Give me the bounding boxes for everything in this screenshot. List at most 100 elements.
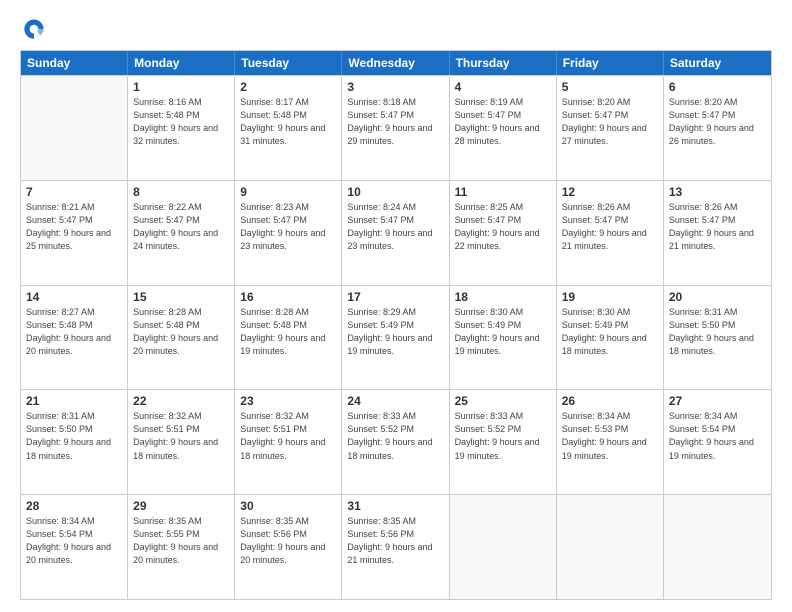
day-info: Sunrise: 8:26 AM Sunset: 5:47 PM Dayligh… [669, 201, 766, 253]
week-row-4: 21Sunrise: 8:31 AM Sunset: 5:50 PM Dayli… [21, 389, 771, 494]
day-info: Sunrise: 8:31 AM Sunset: 5:50 PM Dayligh… [669, 306, 766, 358]
day-number: 25 [455, 394, 551, 408]
day-info: Sunrise: 8:31 AM Sunset: 5:50 PM Dayligh… [26, 410, 122, 462]
day-cell-21: 21Sunrise: 8:31 AM Sunset: 5:50 PM Dayli… [21, 390, 128, 494]
day-cell-6: 6 Sunrise: 8:20 AM Sunset: 5:47 PM Daylig… [664, 76, 771, 180]
day-info: Sunrise: 8:35 AM Sunset: 5:56 PM Dayligh… [240, 515, 336, 567]
day-number: 16 [240, 290, 336, 304]
day-cell-27: 27Sunrise: 8:34 AM Sunset: 5:54 PM Dayli… [664, 390, 771, 494]
day-cell-31: 31Sunrise: 8:35 AM Sunset: 5:56 PM Dayli… [342, 495, 449, 599]
header-day-tuesday: Tuesday [235, 51, 342, 75]
day-info: Sunrise: 8:30 AM Sunset: 5:49 PM Dayligh… [562, 306, 658, 358]
day-number: 2 [240, 80, 336, 94]
week-row-1: 1 Sunrise: 8:16 AM Sunset: 5:48 PM Daylig… [21, 75, 771, 180]
calendar: SundayMondayTuesdayWednesdayThursdayFrid… [20, 50, 772, 600]
day-info: Sunrise: 8:21 AM Sunset: 5:47 PM Dayligh… [26, 201, 122, 253]
header-day-monday: Monday [128, 51, 235, 75]
day-number: 18 [455, 290, 551, 304]
day-number: 24 [347, 394, 443, 408]
day-number: 30 [240, 499, 336, 513]
day-info: Sunrise: 8:28 AM Sunset: 5:48 PM Dayligh… [240, 306, 336, 358]
day-info: Sunrise: 8:29 AM Sunset: 5:49 PM Dayligh… [347, 306, 443, 358]
day-info: Sunrise: 8:34 AM Sunset: 5:54 PM Dayligh… [26, 515, 122, 567]
day-cell-18: 18 Sunrise: 8:30 AM Sunset: 5:49 PM Dayli… [450, 286, 557, 390]
header-day-thursday: Thursday [450, 51, 557, 75]
day-info: Sunrise: 8:27 AM Sunset: 5:48 PM Dayligh… [26, 306, 122, 358]
week-row-3: 14 Sunrise: 8:27 AM Sunset: 5:48 PM Dayli… [21, 285, 771, 390]
day-number: 7 [26, 185, 122, 199]
day-cell-30: 30 Sunrise: 8:35 AM Sunset: 5:56 PM Dayli… [235, 495, 342, 599]
week-row-5: 28Sunrise: 8:34 AM Sunset: 5:54 PM Dayli… [21, 494, 771, 599]
day-cell-9: 9 Sunrise: 8:23 AM Sunset: 5:47 PM Daylig… [235, 181, 342, 285]
day-cell-10: 10 Sunrise: 8:24 AM Sunset: 5:47 PM Dayli… [342, 181, 449, 285]
day-info: Sunrise: 8:34 AM Sunset: 5:54 PM Dayligh… [669, 410, 766, 462]
day-number: 3 [347, 80, 443, 94]
calendar-header: SundayMondayTuesdayWednesdayThursdayFrid… [21, 51, 771, 75]
day-cell-12: 12 Sunrise: 8:26 AM Sunset: 5:47 PM Dayli… [557, 181, 664, 285]
day-info: Sunrise: 8:34 AM Sunset: 5:53 PM Dayligh… [562, 410, 658, 462]
day-cell-15: 15 Sunrise: 8:28 AM Sunset: 5:48 PM Dayli… [128, 286, 235, 390]
day-info: Sunrise: 8:35 AM Sunset: 5:55 PM Dayligh… [133, 515, 229, 567]
logo-icon [20, 16, 48, 44]
day-info: Sunrise: 8:20 AM Sunset: 5:47 PM Dayligh… [669, 96, 766, 148]
logo [20, 16, 52, 44]
day-number: 26 [562, 394, 658, 408]
day-info: Sunrise: 8:26 AM Sunset: 5:47 PM Dayligh… [562, 201, 658, 253]
header [20, 16, 772, 44]
day-number: 5 [562, 80, 658, 94]
empty-cell [664, 495, 771, 599]
day-cell-4: 4Sunrise: 8:19 AM Sunset: 5:47 PM Daylig… [450, 76, 557, 180]
day-cell-13: 13Sunrise: 8:26 AM Sunset: 5:47 PM Dayli… [664, 181, 771, 285]
day-info: Sunrise: 8:32 AM Sunset: 5:51 PM Dayligh… [240, 410, 336, 462]
day-cell-16: 16 Sunrise: 8:28 AM Sunset: 5:48 PM Dayli… [235, 286, 342, 390]
day-number: 15 [133, 290, 229, 304]
day-info: Sunrise: 8:18 AM Sunset: 5:47 PM Dayligh… [347, 96, 443, 148]
day-number: 20 [669, 290, 766, 304]
day-number: 10 [347, 185, 443, 199]
day-info: Sunrise: 8:28 AM Sunset: 5:48 PM Dayligh… [133, 306, 229, 358]
day-cell-29: 29 Sunrise: 8:35 AM Sunset: 5:55 PM Dayli… [128, 495, 235, 599]
header-day-saturday: Saturday [664, 51, 771, 75]
day-info: Sunrise: 8:30 AM Sunset: 5:49 PM Dayligh… [455, 306, 551, 358]
empty-cell [21, 76, 128, 180]
day-cell-19: 19 Sunrise: 8:30 AM Sunset: 5:49 PM Dayli… [557, 286, 664, 390]
page: SundayMondayTuesdayWednesdayThursdayFrid… [0, 0, 792, 612]
empty-cell [450, 495, 557, 599]
day-number: 19 [562, 290, 658, 304]
day-info: Sunrise: 8:16 AM Sunset: 5:48 PM Dayligh… [133, 96, 229, 148]
day-number: 9 [240, 185, 336, 199]
header-day-friday: Friday [557, 51, 664, 75]
day-cell-14: 14 Sunrise: 8:27 AM Sunset: 5:48 PM Dayli… [21, 286, 128, 390]
day-number: 29 [133, 499, 229, 513]
day-number: 14 [26, 290, 122, 304]
day-cell-28: 28Sunrise: 8:34 AM Sunset: 5:54 PM Dayli… [21, 495, 128, 599]
day-cell-1: 1 Sunrise: 8:16 AM Sunset: 5:48 PM Daylig… [128, 76, 235, 180]
header-day-sunday: Sunday [21, 51, 128, 75]
day-info: Sunrise: 8:33 AM Sunset: 5:52 PM Dayligh… [455, 410, 551, 462]
day-info: Sunrise: 8:33 AM Sunset: 5:52 PM Dayligh… [347, 410, 443, 462]
day-cell-7: 7 Sunrise: 8:21 AM Sunset: 5:47 PM Daylig… [21, 181, 128, 285]
day-info: Sunrise: 8:22 AM Sunset: 5:47 PM Dayligh… [133, 201, 229, 253]
day-cell-24: 24 Sunrise: 8:33 AM Sunset: 5:52 PM Dayli… [342, 390, 449, 494]
day-cell-23: 23 Sunrise: 8:32 AM Sunset: 5:51 PM Dayli… [235, 390, 342, 494]
day-cell-2: 2Sunrise: 8:17 AM Sunset: 5:48 PM Daylig… [235, 76, 342, 180]
day-info: Sunrise: 8:20 AM Sunset: 5:47 PM Dayligh… [562, 96, 658, 148]
day-info: Sunrise: 8:24 AM Sunset: 5:47 PM Dayligh… [347, 201, 443, 253]
calendar-body: 1 Sunrise: 8:16 AM Sunset: 5:48 PM Daylig… [21, 75, 771, 599]
day-cell-25: 25 Sunrise: 8:33 AM Sunset: 5:52 PM Dayli… [450, 390, 557, 494]
header-day-wednesday: Wednesday [342, 51, 449, 75]
day-cell-20: 20 Sunrise: 8:31 AM Sunset: 5:50 PM Dayli… [664, 286, 771, 390]
day-info: Sunrise: 8:23 AM Sunset: 5:47 PM Dayligh… [240, 201, 336, 253]
empty-cell [557, 495, 664, 599]
day-cell-17: 17 Sunrise: 8:29 AM Sunset: 5:49 PM Dayli… [342, 286, 449, 390]
day-cell-26: 26 Sunrise: 8:34 AM Sunset: 5:53 PM Dayli… [557, 390, 664, 494]
day-number: 23 [240, 394, 336, 408]
day-info: Sunrise: 8:32 AM Sunset: 5:51 PM Dayligh… [133, 410, 229, 462]
day-number: 6 [669, 80, 766, 94]
day-number: 11 [455, 185, 551, 199]
day-number: 1 [133, 80, 229, 94]
day-cell-3: 3 Sunrise: 8:18 AM Sunset: 5:47 PM Daylig… [342, 76, 449, 180]
day-number: 22 [133, 394, 229, 408]
day-number: 12 [562, 185, 658, 199]
day-number: 17 [347, 290, 443, 304]
